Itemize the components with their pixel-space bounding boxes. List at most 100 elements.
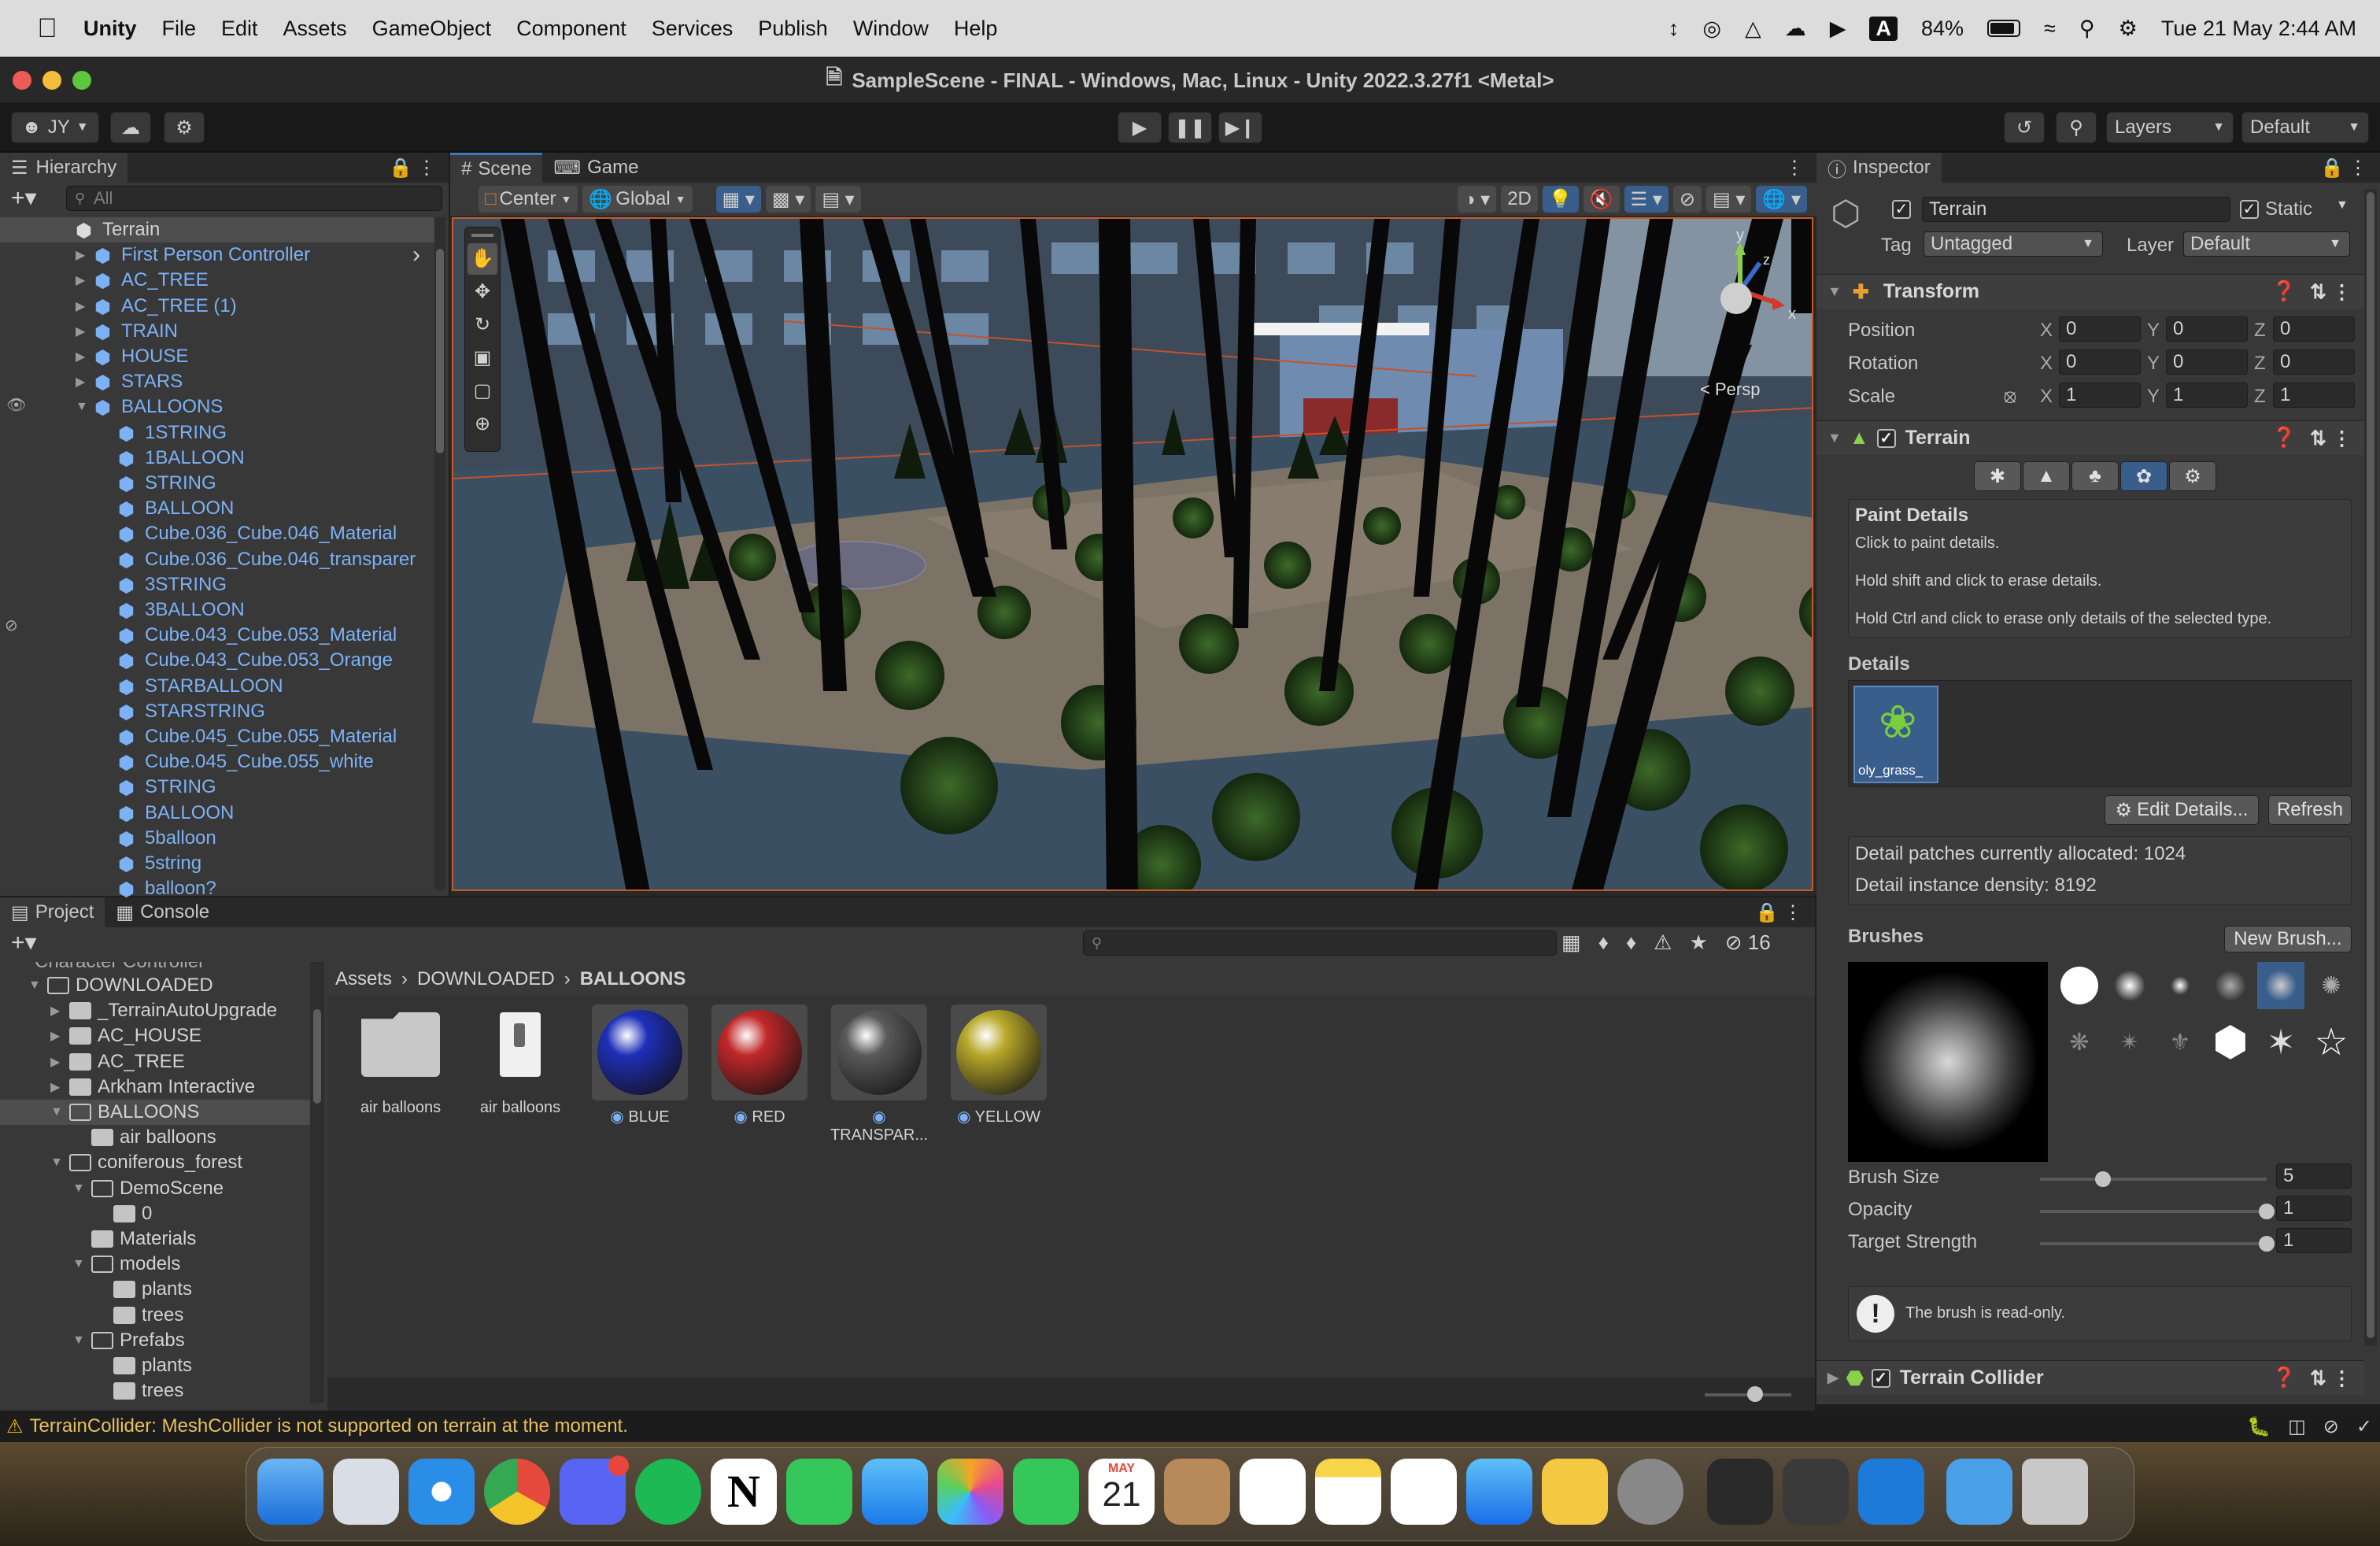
opacity-slider[interactable] bbox=[2040, 1210, 2267, 1213]
scale-tool-button[interactable]: ▣ bbox=[468, 342, 497, 374]
hierarchy-item[interactable]: ⬢ Cube.045_Cube.055_Material bbox=[0, 724, 434, 749]
asset-folder[interactable]: air balloons bbox=[349, 1012, 452, 1117]
more-menu-icon[interactable]: ⋮ bbox=[2332, 1367, 2352, 1390]
fold-arrow-icon[interactable]: ▶ bbox=[76, 324, 85, 339]
transform-position-z-field[interactable]: 0 bbox=[2273, 316, 2355, 342]
more-menu-icon[interactable]: ⋮ bbox=[1783, 901, 1802, 924]
hierarchy-item[interactable]: ⬢ BALLOON bbox=[0, 496, 434, 521]
close-window-button[interactable] bbox=[13, 71, 31, 90]
status-message[interactable]: TerrainCollider: MeshCollider is not sup… bbox=[30, 1415, 628, 1437]
photos-icon[interactable] bbox=[937, 1459, 1003, 1525]
scrollbar-thumb[interactable] bbox=[2367, 192, 2374, 1338]
folder-tree-scrollbar[interactable] bbox=[310, 962, 324, 1403]
hierarchy-item[interactable]: ⬢ Cube.043_Cube.053_Orange bbox=[0, 648, 434, 673]
collab-button[interactable]: ⚙ bbox=[164, 112, 205, 143]
tag-dropdown[interactable]: Untagged ▼ bbox=[1924, 231, 2103, 257]
asset-material[interactable]: ◉ TRANSPAR... bbox=[828, 1004, 930, 1145]
hierarchy-item[interactable]: ⬢ Cube.043_Cube.053_Material bbox=[0, 623, 434, 648]
asset-material[interactable]: ◉ YELLOW bbox=[948, 1004, 1050, 1126]
help-icon[interactable]: ❓ bbox=[2272, 1367, 2297, 1389]
fold-arrow-icon[interactable]: ▶ bbox=[76, 349, 85, 364]
toggle-2d-button[interactable]: 2D bbox=[1501, 186, 1538, 213]
brush-soft-small[interactable] bbox=[2156, 962, 2204, 1009]
play-button[interactable]: ▶ bbox=[1118, 112, 1162, 143]
app-store-icon[interactable] bbox=[1466, 1459, 1532, 1525]
hierarchy-item[interactable]: ⬢ STARSTRING bbox=[0, 699, 434, 724]
presets-icon[interactable]: ⇅ bbox=[2310, 1367, 2326, 1390]
detail-item-grass[interactable]: ❀ oly_grass_ bbox=[1853, 686, 1938, 783]
more-menu-icon[interactable]: ⋮ bbox=[417, 157, 436, 179]
brush-soft-large[interactable] bbox=[2106, 962, 2153, 1009]
notes-icon[interactable] bbox=[1315, 1459, 1381, 1525]
reminders-icon[interactable] bbox=[1240, 1459, 1306, 1525]
project-folder-row[interactable]: 0 bbox=[0, 1201, 310, 1226]
fold-arrow-icon[interactable]: ▼ bbox=[72, 1333, 91, 1348]
brush-noise[interactable] bbox=[2207, 962, 2254, 1009]
zoom-window-button[interactable] bbox=[72, 71, 91, 90]
brush-star-outline[interactable]: ☆ bbox=[2308, 1019, 2355, 1066]
hierarchy-item[interactable]: ▼ ⬢ BALLOONS bbox=[0, 394, 434, 420]
favorite-star-icon[interactable]: ★ bbox=[1689, 930, 1707, 955]
hierarchy-item[interactable]: ⬢ 1STRING bbox=[0, 420, 434, 446]
more-menu-icon[interactable]: ⋮ bbox=[2332, 280, 2352, 304]
notion-icon[interactable]: N bbox=[711, 1459, 777, 1525]
search-by-type-icon[interactable]: ▦ bbox=[1561, 930, 1581, 955]
search-button[interactable]: ⚲ bbox=[2056, 112, 2097, 143]
fold-arrow-icon[interactable]: ▶ bbox=[76, 298, 85, 314]
brush-star-soft[interactable]: ✶ bbox=[2257, 1019, 2304, 1066]
hierarchy-item[interactable]: ⬢ Cube.045_Cube.055_white bbox=[0, 749, 434, 775]
contacts-icon[interactable] bbox=[1164, 1459, 1230, 1525]
cache-server-icon[interactable]: ◫ bbox=[2288, 1415, 2306, 1438]
hierarchy-item[interactable]: ⬢ 3BALLOON bbox=[0, 597, 434, 623]
breadcrumb-item-current[interactable]: BALLOONS bbox=[580, 968, 686, 990]
hierarchy-item[interactable]: ▶ ⬢ TRAIN bbox=[0, 319, 434, 344]
visibility-hidden-icon[interactable]: ⊘ bbox=[5, 616, 18, 635]
play-circle-icon[interactable]: ▶ bbox=[1830, 17, 1846, 41]
debugger-icon[interactable]: 🐛 bbox=[2247, 1415, 2271, 1438]
hidden-objects-toggle[interactable]: ⊘ bbox=[1672, 186, 1702, 213]
brush-speckle[interactable]: ❋ bbox=[2056, 1019, 2103, 1066]
transform-header[interactable]: ▼ ✚ Transform ❓ ⇅ ⋮ bbox=[1816, 274, 2364, 309]
fold-arrow-icon[interactable]: ▶ bbox=[50, 1079, 69, 1095]
grid-snapping-button[interactable]: ▦ ▾ bbox=[715, 186, 761, 213]
project-folder-row[interactable]: ▼ DemoScene bbox=[0, 1176, 310, 1201]
hierarchy-item[interactable]: ⬢ 1BALLOON bbox=[0, 446, 434, 471]
brush-grass[interactable]: ⚜ bbox=[2156, 1019, 2204, 1066]
transform-rotation-z-field[interactable]: 0 bbox=[2273, 350, 2355, 375]
move-tool-button[interactable]: ✥ bbox=[468, 276, 497, 308]
tab-console[interactable]: ▦ Console bbox=[105, 897, 220, 927]
perspective-label[interactable]: < Persp bbox=[1700, 379, 1760, 400]
paint-terrain-button[interactable]: ▲ bbox=[2023, 461, 2070, 491]
fold-arrow-icon[interactable]: ▶ bbox=[50, 1054, 69, 1070]
unity-editor-icon[interactable] bbox=[1783, 1459, 1849, 1525]
unity-status-icon[interactable]: △ bbox=[1745, 17, 1761, 41]
asset-material[interactable]: ◉ RED bbox=[708, 1004, 811, 1126]
progress-check-icon[interactable]: ✓ bbox=[2356, 1415, 2372, 1438]
fold-arrow-icon[interactable]: ▼ bbox=[50, 1105, 69, 1119]
calendar-icon[interactable]: MAY 21 bbox=[1088, 1459, 1155, 1525]
paint-details-button[interactable]: ✿ bbox=[2120, 461, 2168, 491]
project-folder-row[interactable]: trees bbox=[0, 1303, 310, 1328]
shading-mode-button[interactable]: ◑ ▾ bbox=[1457, 186, 1497, 213]
chevron-right-icon[interactable]: › bbox=[412, 242, 420, 268]
chevron-down-icon[interactable]: ▼ bbox=[2336, 198, 2349, 213]
breadcrumb-item[interactable]: DOWNLOADED bbox=[417, 968, 555, 990]
transform-rotation-y-field[interactable]: 0 bbox=[2166, 350, 2248, 375]
trash-icon[interactable] bbox=[2022, 1459, 2088, 1525]
hierarchy-item[interactable]: ⬢ Cube.036_Cube.046_Material bbox=[0, 521, 434, 546]
project-folder-row[interactable]: plants bbox=[0, 1277, 310, 1302]
fold-arrow-icon[interactable]: ▶ bbox=[76, 272, 85, 288]
icon-size-slider-knob[interactable] bbox=[1747, 1386, 1763, 1402]
camera-settings-button[interactable]: ▤ ▾ bbox=[1706, 186, 1752, 213]
static-checkbox[interactable]: ✓ bbox=[2240, 200, 2259, 219]
vpn-icon[interactable]: ◎ bbox=[1702, 17, 1721, 41]
scrollbar-thumb[interactable] bbox=[313, 1009, 321, 1104]
layout-dropdown[interactable]: Default ▼ bbox=[2241, 112, 2369, 143]
brush-size-field[interactable]: 5 bbox=[2276, 1163, 2352, 1189]
fold-arrow-icon[interactable]: ▼ bbox=[72, 1257, 91, 1271]
unity-hub-icon[interactable] bbox=[1707, 1459, 1773, 1525]
fold-arrow-icon[interactable]: ▶ bbox=[50, 1028, 69, 1044]
lock-icon[interactable]: 🔒 bbox=[389, 157, 412, 179]
scene-viewport[interactable]: ✋ ✥ ↻ ▣ ▢ ⊕ y x z < Persp bbox=[452, 217, 1813, 891]
finder-icon[interactable] bbox=[257, 1459, 323, 1525]
